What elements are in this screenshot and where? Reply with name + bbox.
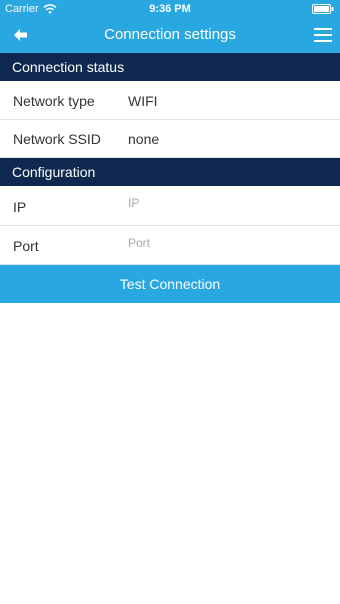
test-connection-button[interactable]: Test Connection: [0, 265, 340, 303]
port-input[interactable]: [124, 232, 332, 254]
network-ssid-value: none: [128, 131, 160, 147]
port-label: Port: [13, 238, 39, 254]
network-type-row: Network type WIFI: [0, 81, 340, 120]
ip-row: IP: [0, 186, 340, 226]
status-time: 9:36 PM: [149, 3, 191, 15]
network-ssid-row: Network SSID none: [0, 120, 340, 158]
hamburger-menu-icon: [314, 28, 332, 42]
ip-input[interactable]: [124, 192, 332, 214]
status-bar: Carrier 9:36 PM: [0, 0, 340, 18]
back-button[interactable]: [8, 24, 34, 46]
port-row: Port: [0, 226, 340, 265]
page-title: Connection settings: [104, 26, 236, 43]
battery-icon: [312, 4, 334, 14]
app-header: Carrier 9:36 PM Connection settings: [0, 0, 340, 53]
network-type-value: WIFI: [128, 93, 158, 109]
network-ssid-label: Network SSID: [13, 131, 101, 147]
section-header-configuration: Configuration: [0, 158, 340, 186]
section-header-connection-status: Connection status: [0, 53, 340, 81]
nav-bar: Connection settings: [0, 18, 340, 53]
ip-label: IP: [13, 199, 27, 215]
arrow-left-icon: [14, 29, 27, 41]
network-type-label: Network type: [13, 93, 95, 109]
menu-button[interactable]: [312, 24, 334, 46]
